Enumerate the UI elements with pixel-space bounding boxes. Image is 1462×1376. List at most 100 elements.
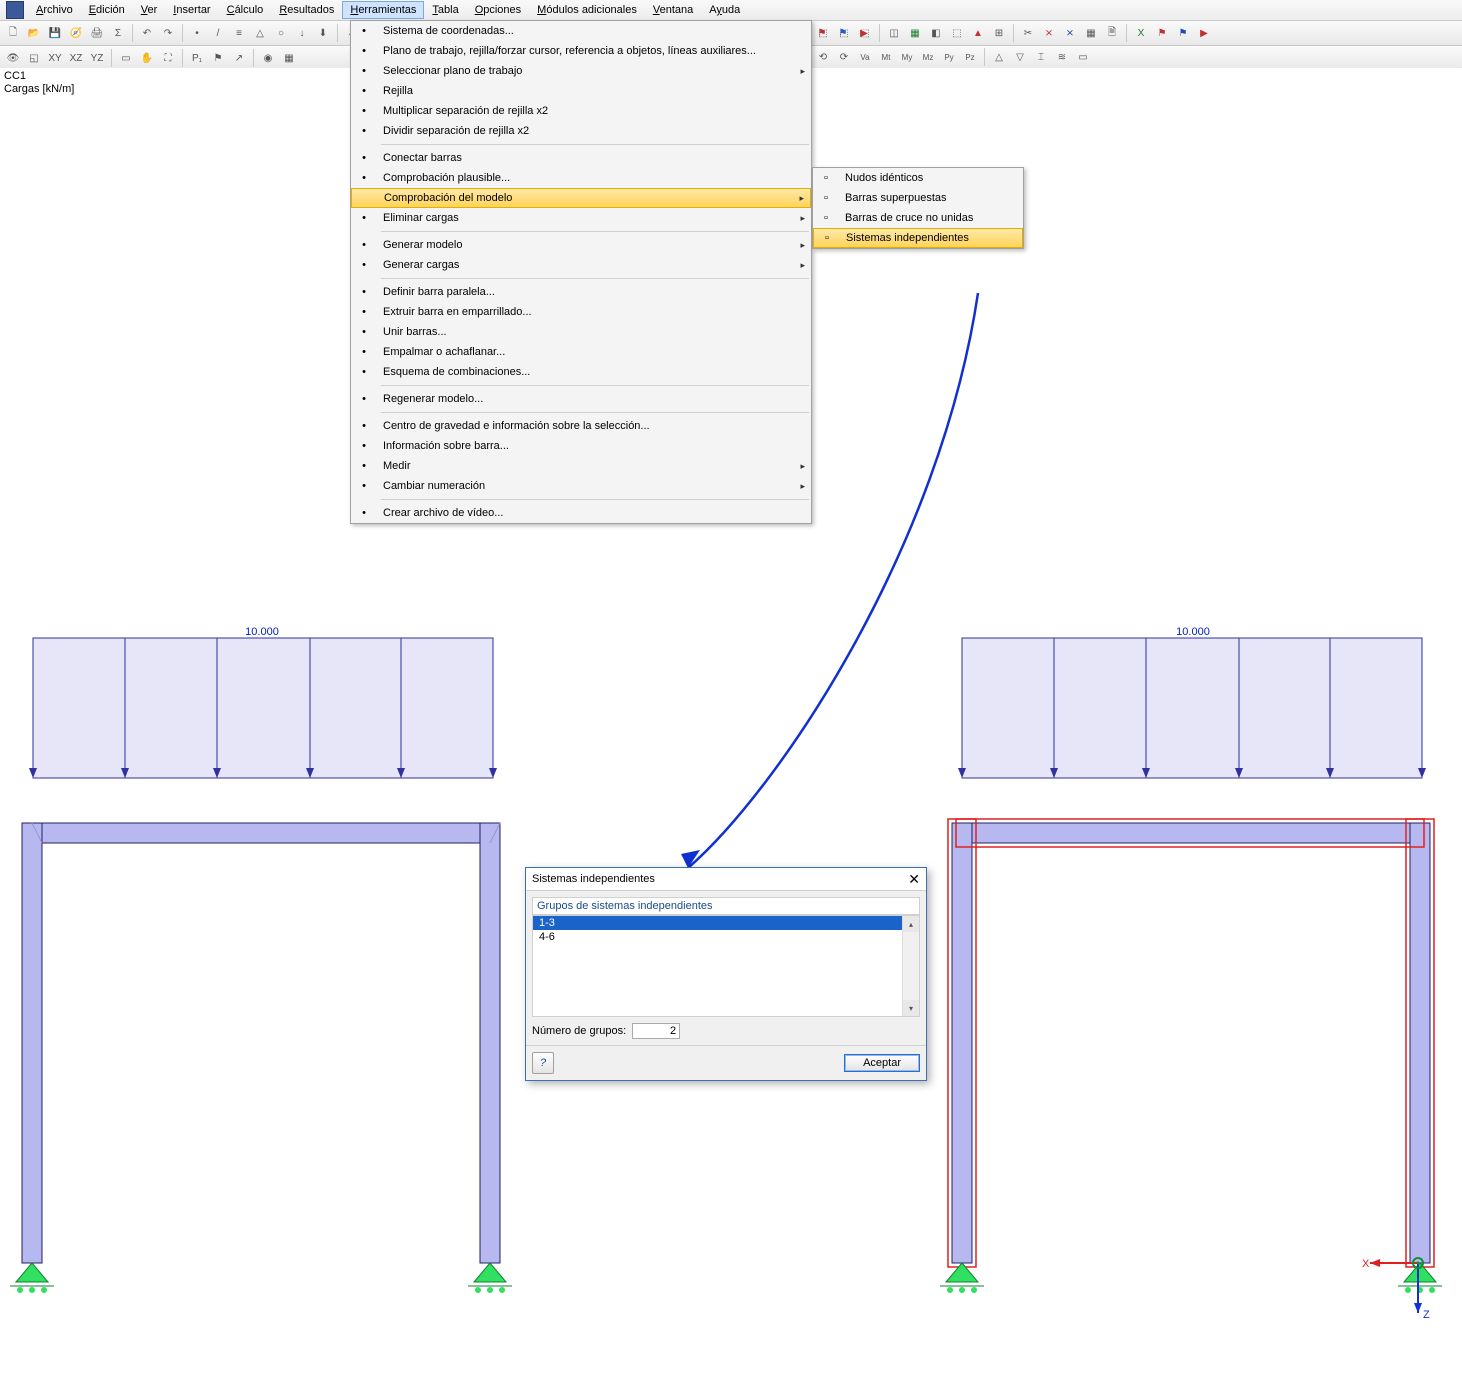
close-icon[interactable]: ✕ xyxy=(908,871,920,888)
tb-redo-icon[interactable]: ↷ xyxy=(159,24,177,42)
tb2-pz-icon[interactable]: Pz xyxy=(961,48,979,66)
tb2-sup2-icon[interactable]: ▽ xyxy=(1011,48,1029,66)
tb-node-icon[interactable]: • xyxy=(188,24,206,42)
menu-ventana[interactable]: Ventana xyxy=(645,1,701,19)
submenu-item[interactable]: ▫ Nudos idénticos xyxy=(813,168,1023,188)
menu-item[interactable]: • Generar modelo ▸ xyxy=(351,235,811,255)
tb-member-icon[interactable]: ≡ xyxy=(230,24,248,42)
tb2-pan-icon[interactable]: ✋ xyxy=(138,49,156,67)
menu-item[interactable]: • Dividir separación de rejilla x2 xyxy=(351,121,811,141)
tb2-yz-icon[interactable]: YZ xyxy=(88,49,106,67)
menu-ver[interactable]: Ver xyxy=(133,1,166,19)
menu-herramientas[interactable]: Herramientas xyxy=(342,1,424,19)
tb-open-icon[interactable]: 📂 xyxy=(25,24,43,42)
scroll-up-icon[interactable]: ▴ xyxy=(903,916,919,932)
tb2-view-icon[interactable]: 👁 xyxy=(4,49,22,67)
submenu-item[interactable]: ▫ Barras de cruce no unidas xyxy=(813,208,1023,228)
menu-item[interactable]: • Definir barra paralela... xyxy=(351,282,811,302)
menu-item[interactable]: • Eliminar cargas ▸ xyxy=(351,208,811,228)
tb-loadcase-icon[interactable]: ⬇ xyxy=(314,24,332,42)
tb-save-icon[interactable]: 💾 xyxy=(46,24,64,42)
menu-item[interactable]: • Conectar barras xyxy=(351,148,811,168)
tb2-flag-icon[interactable]: ⚑ xyxy=(209,49,227,67)
tb2-grid-icon[interactable]: ▦ xyxy=(280,49,298,67)
tb-xl-icon[interactable]: X xyxy=(1132,24,1150,42)
tb2-p1-icon[interactable]: P₁ xyxy=(188,49,206,67)
tb2-xz-icon[interactable]: XZ xyxy=(67,49,85,67)
menu-item[interactable]: • Plano de trabajo, rejilla/forzar curso… xyxy=(351,41,811,61)
menu-item[interactable]: • Crear archivo de vídeo... xyxy=(351,503,811,523)
menu-calculo[interactable]: Cálculo xyxy=(219,1,272,19)
tb-calc-icon[interactable]: Σ xyxy=(109,24,127,42)
menu-item[interactable]: • Unir barras... xyxy=(351,322,811,342)
tb-b-icon[interactable]: ⬚ xyxy=(835,24,853,42)
menu-opciones[interactable]: Opciones xyxy=(467,1,529,19)
tb2-spring-icon[interactable]: ≋ xyxy=(1053,48,1071,66)
tb-play2-icon[interactable]: ▶ xyxy=(1195,24,1213,42)
menu-item[interactable]: • Centro de gravedad e información sobre… xyxy=(351,416,811,436)
list-item[interactable]: 1-3 xyxy=(533,916,919,930)
tb2-snap-icon[interactable]: ◉ xyxy=(259,49,277,67)
menu-insertar[interactable]: Insertar xyxy=(165,1,218,19)
tb2-my-icon[interactable]: My xyxy=(898,48,916,66)
tb-load-icon[interactable]: ↓ xyxy=(293,24,311,42)
tb2-mt-icon[interactable]: Mt xyxy=(877,48,895,66)
tb-grid2-icon[interactable]: ▦ xyxy=(1082,24,1100,42)
help-button[interactable]: ? xyxy=(532,1052,554,1074)
tb-flag3-icon[interactable]: ⚑ xyxy=(1153,24,1171,42)
scrollbar[interactable]: ▴ ▾ xyxy=(902,916,919,1016)
tb2-va-icon[interactable]: Va xyxy=(856,48,874,66)
menu-item[interactable]: • Comprobación plausible... xyxy=(351,168,811,188)
tb2-mz-icon[interactable]: Mz xyxy=(919,48,937,66)
menu-item[interactable]: • Rejilla xyxy=(351,81,811,101)
menu-resultados[interactable]: Resultados xyxy=(271,1,342,19)
group-count-field[interactable] xyxy=(632,1023,680,1039)
tb-i-icon[interactable]: ⊞ xyxy=(990,24,1008,42)
groups-listbox[interactable]: 1-3 4-6 ▴ ▾ xyxy=(532,915,920,1017)
tb-a-icon[interactable]: ⬚ xyxy=(814,24,832,42)
accept-button[interactable]: Aceptar xyxy=(844,1054,920,1072)
menu-item[interactable]: • Empalmar o achaflanar... xyxy=(351,342,811,362)
tb-hinge-icon[interactable]: ○ xyxy=(272,24,290,42)
tb-e-icon[interactable]: ▦ xyxy=(906,24,924,42)
tb2-xy-icon[interactable]: XY xyxy=(46,49,64,67)
tb2-o2-icon[interactable]: ⟳ xyxy=(835,48,853,66)
tb-print-icon[interactable]: 🖨 xyxy=(88,24,106,42)
tb2-iso-icon[interactable]: ◱ xyxy=(25,49,43,67)
tb-line-icon[interactable]: / xyxy=(209,24,227,42)
menu-item[interactable]: • Seleccionar plano de trabajo ▸ xyxy=(351,61,811,81)
menu-item[interactable]: • Extruir barra en emparrillado... xyxy=(351,302,811,322)
tb2-select-icon[interactable]: ▭ xyxy=(117,49,135,67)
tb2-beam-icon[interactable]: ⌶ xyxy=(1032,48,1050,66)
menu-item[interactable]: • Multiplicar separación de rejilla x2 xyxy=(351,101,811,121)
tb-cross2-icon[interactable]: ⨯ xyxy=(1061,24,1079,42)
menu-modulos[interactable]: Módulos adicionales xyxy=(529,1,645,19)
tb2-py-icon[interactable]: Py xyxy=(940,48,958,66)
tb-d-icon[interactable]: ◫ xyxy=(885,24,903,42)
tb-undo-icon[interactable]: ↶ xyxy=(138,24,156,42)
tb-flag4-icon[interactable]: ⚑ xyxy=(1174,24,1192,42)
menu-item[interactable]: • Cambiar numeración ▸ xyxy=(351,476,811,496)
tb-support-icon[interactable]: △ xyxy=(251,24,269,42)
tb-navigator-icon[interactable]: 🧭 xyxy=(67,24,85,42)
tb-c-icon[interactable]: ⬚ xyxy=(856,24,874,42)
submenu-item[interactable]: ▫ Barras superpuestas xyxy=(813,188,1023,208)
menu-item[interactable]: • Regenerar modelo... xyxy=(351,389,811,409)
menu-item[interactable]: • Sistema de coordenadas... xyxy=(351,21,811,41)
menu-item[interactable]: • Información sobre barra... xyxy=(351,436,811,456)
tb2-o1-icon[interactable]: ⟲ xyxy=(814,48,832,66)
tb2-arrow-icon[interactable]: ↗ xyxy=(230,49,248,67)
menu-edicion[interactable]: Edición xyxy=(81,1,133,19)
tb-scissors-icon[interactable]: ✂ xyxy=(1019,24,1037,42)
submenu-item[interactable]: ▫ Sistemas independientes xyxy=(813,228,1023,248)
tb2-box-icon[interactable]: ▭ xyxy=(1074,48,1092,66)
tb2-sup1-icon[interactable]: △ xyxy=(990,48,1008,66)
tb-new-icon[interactable]: 🗋 xyxy=(4,24,22,42)
menu-tabla[interactable]: Tabla xyxy=(424,1,466,19)
tb-g-icon[interactable]: ⬚ xyxy=(948,24,966,42)
menu-ayuda[interactable]: Ayuda xyxy=(701,1,748,19)
menu-item[interactable]: Comprobación del modelo ▸ xyxy=(351,188,811,208)
menu-item[interactable]: • Esquema de combinaciones... xyxy=(351,362,811,382)
tb-h-icon[interactable]: ▲ xyxy=(969,24,987,42)
menu-item[interactable]: • Medir ▸ xyxy=(351,456,811,476)
